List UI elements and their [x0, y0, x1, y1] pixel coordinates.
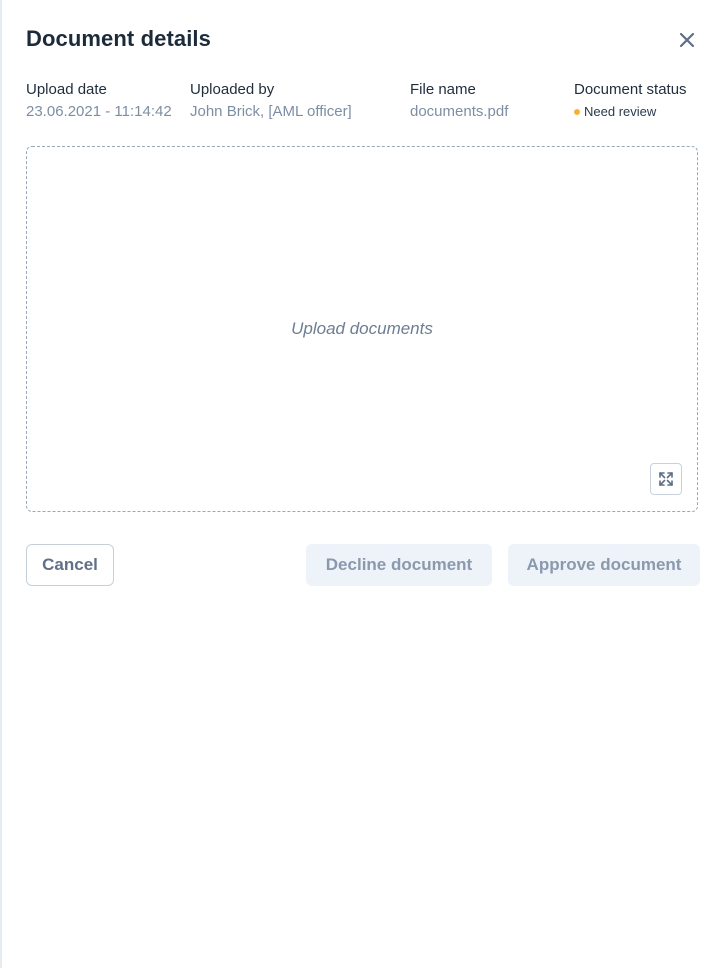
meta-uploaded-by: Uploaded by John Brick, [AML officer] [190, 82, 352, 120]
document-details-panel: Document details Upload date 23.06.2021 … [0, 0, 722, 968]
upload-date-value: 23.06.2021 - 11:14:42 [26, 103, 172, 120]
uploaded-by-label: Uploaded by [190, 81, 275, 98]
decline-document-button[interactable]: Decline document [306, 544, 492, 586]
upload-documents-text: Upload documents [291, 319, 433, 338]
approve-document-button[interactable]: Approve document [508, 544, 700, 586]
uploaded-by-value: John Brick, [AML officer] [190, 103, 352, 120]
close-icon [679, 32, 695, 48]
document-status-value: Need review [584, 104, 657, 119]
status-badge: Need review [574, 104, 687, 119]
expand-button[interactable] [650, 463, 682, 495]
cancel-button[interactable]: Cancel [26, 544, 114, 586]
meta-file-name: File name documents.pdf [410, 82, 508, 120]
meta-document-status: Document status Need review [574, 82, 687, 119]
upload-date-label: Upload date [26, 81, 107, 98]
dialog-title: Document details [26, 26, 211, 51]
file-name-label: File name [410, 81, 476, 98]
document-status-label: Document status [574, 81, 687, 98]
expand-icon [659, 472, 673, 486]
upload-dropzone[interactable]: Upload documents [26, 146, 698, 512]
meta-upload-date: Upload date 23.06.2021 - 11:14:42 [26, 82, 172, 120]
close-button[interactable] [676, 29, 698, 51]
file-name-value: documents.pdf [410, 103, 509, 120]
status-dot-icon [574, 108, 580, 115]
